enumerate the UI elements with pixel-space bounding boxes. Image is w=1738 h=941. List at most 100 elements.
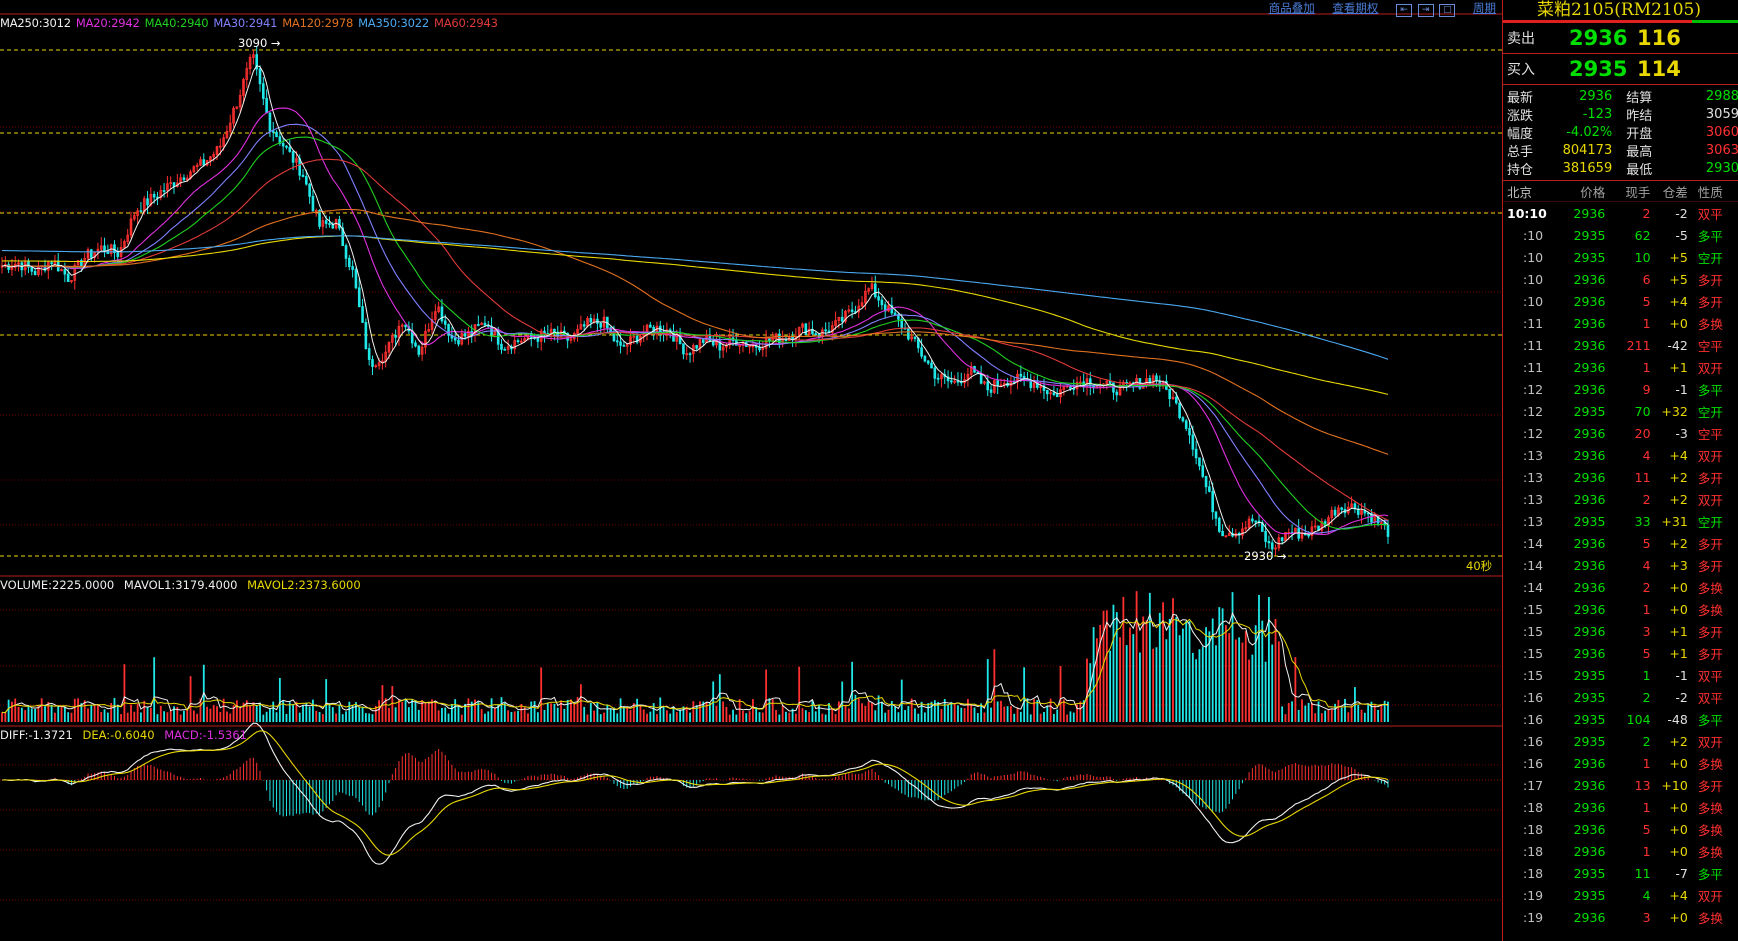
ma20-line [1,107,1389,536]
tick-row[interactable]: :15 2936 3 +1 多开 [1503,620,1738,642]
ma350-line [2,235,1389,360]
tick-time: :16 [1523,755,1544,771]
stat-value: 3060 [1705,124,1738,140]
tick-row[interactable]: :11 2936 1 +0 多换 [1503,312,1738,334]
contract-title[interactable]: 菜粕2105(RM2105) [1503,0,1738,20]
tick-row[interactable]: :16 2935 2 +2 双开 [1503,730,1738,752]
zoom-out-button[interactable]: ⇤ [1396,4,1413,17]
tick-row[interactable]: :12 2936 20 -3 空平 [1503,422,1738,444]
ask-row[interactable]: 卖出 2936 116 [1503,23,1738,54]
tick-chg: +0 [1669,315,1688,331]
tick-price: 2936 [1573,579,1606,595]
tick-row[interactable]: :16 2936 1 +0 多换 [1503,752,1738,774]
tick-row[interactable]: :10 2936 6 +5 多开 [1503,268,1738,290]
tick-row[interactable]: :18 2936 1 +0 多换 [1503,840,1738,862]
tick-qty: 211 [1626,337,1651,353]
tick-time: :13 [1523,491,1544,507]
candle-body [840,316,844,322]
candle-body [63,269,67,275]
tick-row[interactable]: :18 2935 11 -7 多平 [1503,862,1738,884]
tick-row[interactable]: :13 2936 11 +2 多开 [1503,466,1738,488]
tick-row[interactable]: 10:10 2936 2 -2 双平 [1503,202,1738,224]
candle-body [907,328,910,340]
candle-body [1178,402,1181,419]
tick-qty: 10 [1634,249,1651,265]
tick-row[interactable]: :18 2936 1 +0 多换 [1503,796,1738,818]
candle-body [913,336,917,339]
candle-body [1029,380,1033,388]
candle-body [1204,475,1208,488]
dea-line [2,730,1389,856]
tick-price: 2936 [1573,293,1606,309]
candle-body [308,183,311,197]
tick-row[interactable]: :10 2936 5 +4 多开 [1503,290,1738,312]
options-link[interactable]: 查看期权 [1332,1,1378,15]
candle-body [1333,509,1337,516]
tick-chg: +5 [1669,271,1688,287]
overlay-link[interactable]: 商品叠加 [1269,1,1315,15]
tick-list[interactable]: 10:10 2936 2 -2 双平:10 2935 62 -5 多平:10 2935 10 +5 空开… [1503,202,1738,928]
period-button[interactable]: □ [1439,4,1456,17]
tick-chg: +4 [1669,293,1688,309]
tick-time: :18 [1523,821,1544,837]
tick-row[interactable]: :16 2935 2 -2 双平 [1503,686,1738,708]
tick-row[interactable]: :12 2935 70 +32 空开 [1503,400,1738,422]
tick-type: 双开 [1697,448,1723,464]
bid-label: 买入 [1507,62,1535,78]
candle-body [989,389,993,393]
tick-qty: 11 [1634,469,1651,485]
tick-row[interactable]: :10 2935 62 -5 多平 [1503,224,1738,246]
bid-row[interactable]: 买入 2935 114 [1503,54,1738,85]
tick-row[interactable]: :19 2936 3 +0 多换 [1503,906,1738,928]
stat-row: 幅度 -4.02% 开盘 3060 [1503,123,1738,142]
tick-row[interactable]: :14 2936 2 +0 多换 [1503,576,1738,598]
tick-row[interactable]: :19 2935 4 +4 双开 [1503,884,1738,906]
tick-price: 2936 [1573,821,1606,837]
candle-body [50,262,53,265]
candle-body [116,252,120,257]
tick-row[interactable]: :15 2936 1 +0 多换 [1503,598,1738,620]
tick-time: :13 [1523,513,1544,529]
period-link[interactable]: 周期 [1473,1,1496,15]
candle-body [483,322,487,326]
tick-row[interactable]: :10 2935 10 +5 空开 [1503,246,1738,268]
tick-row[interactable]: :14 2936 5 +2 多开 [1503,532,1738,554]
candle-body [1174,396,1178,404]
tick-chg: -48 [1667,711,1688,727]
tick-row[interactable]: :18 2936 5 +0 多换 [1503,818,1738,840]
chart-area[interactable]: MA250:3012 MA20:2942 MA40:2940 MA30:2941 MA1… [0,0,1502,941]
tick-row[interactable]: :13 2935 33 +31 空开 [1503,510,1738,532]
ma-legend-item: MA250:3012 [0,16,71,30]
tick-type: 空开 [1697,404,1723,420]
tick-time: :16 [1523,733,1544,749]
tick-qty: 4 [1642,447,1651,463]
tick-row[interactable]: :11 2936 211 -42 空平 [1503,334,1738,356]
tick-price: 2936 [1573,909,1606,925]
tick-row[interactable]: :17 2936 13 +10 多开 [1503,774,1738,796]
tick-chg: -1 [1675,667,1688,683]
candle-body [1045,390,1049,395]
tick-type: 双开 [1697,360,1723,376]
tick-time: :15 [1523,667,1544,683]
tick-price: 2935 [1573,513,1606,529]
tick-row[interactable]: :12 2936 9 -1 多平 [1503,378,1738,400]
tick-row[interactable]: :15 2936 5 +1 多开 [1503,642,1738,664]
tick-row[interactable]: :11 2936 1 +1 双开 [1503,356,1738,378]
tick-row[interactable]: :14 2936 4 +3 多开 [1503,554,1738,576]
candle-body [1208,486,1211,492]
tick-row[interactable]: :15 2935 1 -1 双平 [1503,664,1738,686]
stat-row: 最新 2936 结算 2988 [1503,87,1738,106]
tick-chg: +0 [1669,909,1688,925]
kline-chart[interactable] [0,0,1502,941]
zoom-in-button[interactable]: ⇥ [1417,4,1434,17]
tick-time: :15 [1523,645,1544,661]
tick-chg: +2 [1669,733,1688,749]
candle-body [1168,388,1171,399]
tick-row[interactable]: :13 2936 4 +4 双开 [1503,444,1738,466]
tick-row[interactable]: :13 2936 2 +2 双开 [1503,488,1738,510]
tick-qty: 20 [1634,425,1651,441]
tick-price: 2936 [1573,777,1606,793]
tick-row[interactable]: :16 2935 104 -48 多平 [1503,708,1738,730]
tick-type: 多换 [1697,844,1723,860]
tick-chg: +4 [1669,447,1688,463]
